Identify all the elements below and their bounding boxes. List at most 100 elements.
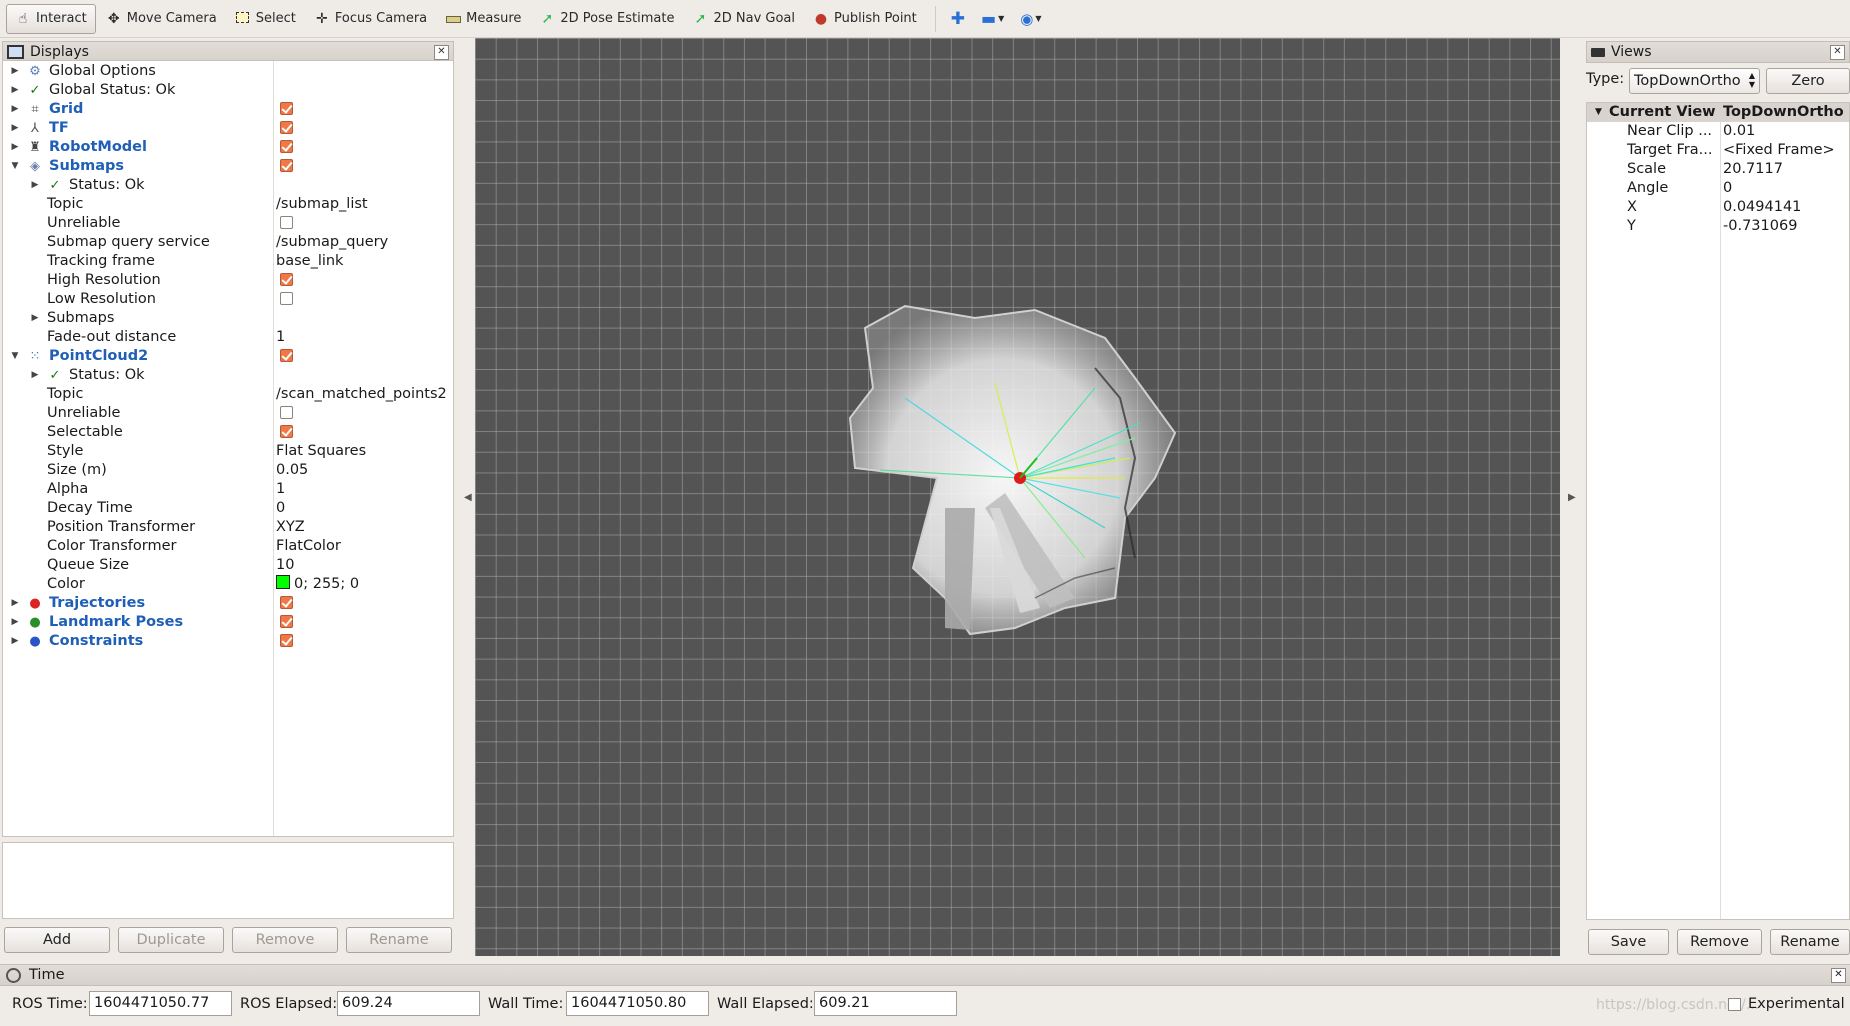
property-value[interactable]: 20.7117 <box>1723 160 1783 179</box>
tree-row-landmark-poses[interactable]: ▶ ● Landmark Poses <box>3 613 453 632</box>
expand-arrow-icon[interactable]: ▶ <box>29 309 41 328</box>
property-value[interactable]: 0.05 <box>276 461 308 480</box>
collapse-right-arrow-icon[interactable]: ▶ <box>1568 492 1576 503</box>
enabled-checkbox[interactable] <box>280 596 293 609</box>
measure-tool-button[interactable]: Measure <box>437 4 529 34</box>
duplicate-display-button[interactable]: Duplicate <box>118 927 224 953</box>
view-row-target-frame[interactable]: Target Fra... <Fixed Frame> <box>1587 141 1849 160</box>
expand-arrow-icon[interactable]: ▶ <box>9 119 21 138</box>
remove-tool-dropdown[interactable]: ▬ ▼ <box>974 4 1011 34</box>
expand-arrow-icon[interactable]: ▶ <box>9 613 21 632</box>
tree-row-submaps-unreliable[interactable]: Unreliable <box>3 214 453 233</box>
property-value[interactable]: 1 <box>276 328 285 347</box>
tree-row-color[interactable]: Color 0; 255; 0 <box>3 575 453 594</box>
tree-row-selectable[interactable]: Selectable <box>3 423 453 442</box>
tree-row-submaps-status[interactable]: ▶ ✓ Status: Ok <box>3 176 453 195</box>
enabled-checkbox[interactable] <box>280 102 293 115</box>
view-row-y[interactable]: Y -0.731069 <box>1587 217 1849 236</box>
tree-row-queue-size[interactable]: Queue Size 10 <box>3 556 453 575</box>
expand-arrow-icon[interactable]: ▶ <box>9 594 21 613</box>
nav-goal-tool-button[interactable]: ➚ 2D Nav Goal <box>684 4 803 34</box>
expand-arrow-icon[interactable]: ▶ <box>9 100 21 119</box>
visibility-tool-dropdown[interactable]: ◉ ▼ <box>1013 4 1048 34</box>
property-value[interactable]: 1 <box>276 480 285 499</box>
tree-row-pointcloud-unreliable[interactable]: Unreliable <box>3 404 453 423</box>
tree-row-high-resolution[interactable]: High Resolution <box>3 271 453 290</box>
pose-estimate-tool-button[interactable]: ➚ 2D Pose Estimate <box>531 4 682 34</box>
tree-row-global-status[interactable]: ▶ ✓ Global Status: Ok <box>3 81 453 100</box>
low-resolution-checkbox[interactable] <box>280 292 293 305</box>
move-camera-tool-button[interactable]: ✥ Move Camera <box>98 4 225 34</box>
tree-row-style[interactable]: Style Flat Squares <box>3 442 453 461</box>
interact-tool-button[interactable]: ☝ Interact <box>6 3 96 34</box>
close-icon[interactable]: ✕ <box>1831 968 1846 983</box>
property-value[interactable]: /scan_matched_points2 <box>276 385 447 404</box>
enabled-checkbox[interactable] <box>280 121 293 134</box>
high-resolution-checkbox[interactable] <box>280 273 293 286</box>
render-3d-viewport[interactable] <box>475 38 1560 956</box>
focus-camera-tool-button[interactable]: ✛ Focus Camera <box>306 4 435 34</box>
select-tool-button[interactable]: Select <box>227 4 304 34</box>
tree-row-submaps-topic[interactable]: Topic /submap_list <box>3 195 453 214</box>
property-value[interactable]: /submap_query <box>276 233 388 252</box>
tree-row-constraints[interactable]: ▶ ● Constraints <box>3 632 453 651</box>
tree-row-pointcloud2[interactable]: ▼ ⁙ PointCloud2 <box>3 347 453 366</box>
close-icon[interactable]: ✕ <box>1830 45 1845 60</box>
rename-view-button[interactable]: Rename <box>1770 929 1850 955</box>
tree-row-size[interactable]: Size (m) 0.05 <box>3 461 453 480</box>
property-value[interactable]: FlatColor <box>276 537 341 556</box>
zero-view-button[interactable]: Zero <box>1766 68 1850 94</box>
add-tool-button[interactable]: ✚ <box>944 4 972 34</box>
rename-display-button[interactable]: Rename <box>346 927 452 953</box>
ros-time-field[interactable]: 1604471050.77 <box>89 991 232 1016</box>
tree-row-pointcloud-status[interactable]: ▶ ✓ Status: Ok <box>3 366 453 385</box>
expand-arrow-icon[interactable]: ▶ <box>9 138 21 157</box>
expand-arrow-icon[interactable]: ▶ <box>29 176 41 195</box>
tree-row-position-transformer[interactable]: Position Transformer XYZ <box>3 518 453 537</box>
view-row-near-clip[interactable]: Near Clip ... 0.01 <box>1587 122 1849 141</box>
collapse-arrow-icon[interactable]: ▼ <box>9 347 21 366</box>
collapse-left-arrow-icon[interactable]: ◀ <box>464 492 472 503</box>
tree-row-low-resolution[interactable]: Low Resolution <box>3 290 453 309</box>
view-type-select[interactable]: TopDownOrtho ▲ ▼ <box>1629 68 1760 94</box>
expand-arrow-icon[interactable]: ▶ <box>9 81 21 100</box>
color-swatch[interactable] <box>276 575 290 589</box>
collapse-arrow-icon[interactable]: ▼ <box>1595 103 1602 122</box>
expand-arrow-icon[interactable]: ▶ <box>9 62 21 81</box>
selectable-checkbox[interactable] <box>280 425 293 438</box>
publish-point-tool-button[interactable]: ● Publish Point <box>805 4 925 34</box>
experimental-checkbox[interactable] <box>1728 998 1741 1011</box>
color-value[interactable]: 0; 255; 0 <box>276 575 359 594</box>
ros-elapsed-field[interactable]: 609.24 <box>337 991 480 1016</box>
view-row-angle[interactable]: Angle 0 <box>1587 179 1849 198</box>
property-value[interactable]: 0.0494141 <box>1723 198 1801 217</box>
property-value[interactable]: <Fixed Frame> <box>1723 141 1835 160</box>
property-value[interactable]: 0 <box>276 499 285 518</box>
enabled-checkbox[interactable] <box>280 140 293 153</box>
wall-time-field[interactable]: 1604471050.80 <box>566 991 709 1016</box>
tree-row-fade-out-distance[interactable]: Fade-out distance 1 <box>3 328 453 347</box>
expand-arrow-icon[interactable]: ▶ <box>29 366 41 385</box>
enabled-checkbox[interactable] <box>280 634 293 647</box>
tree-row-tf[interactable]: ▶ ⅄ TF <box>3 119 453 138</box>
tree-row-robotmodel[interactable]: ▶ ♜ RobotModel <box>3 138 453 157</box>
tree-row-global-options[interactable]: ▶ ⚙ Global Options <box>3 62 453 81</box>
expand-arrow-icon[interactable]: ▶ <box>9 632 21 651</box>
property-value[interactable]: Flat Squares <box>276 442 366 461</box>
property-value[interactable]: 10 <box>276 556 294 575</box>
current-view-header-row[interactable]: ▼ Current View TopDownOrtho ... <box>1587 103 1849 122</box>
property-value[interactable]: /submap_list <box>276 195 368 214</box>
unreliable-checkbox[interactable] <box>280 216 293 229</box>
remove-view-button[interactable]: Remove <box>1677 929 1762 955</box>
enabled-checkbox[interactable] <box>280 615 293 628</box>
tree-row-submaps[interactable]: ▼ ◈ Submaps <box>3 157 453 176</box>
save-view-button[interactable]: Save <box>1588 929 1669 955</box>
tree-row-alpha[interactable]: Alpha 1 <box>3 480 453 499</box>
view-row-x[interactable]: X 0.0494141 <box>1587 198 1849 217</box>
property-value[interactable]: XYZ <box>276 518 305 537</box>
wall-elapsed-field[interactable]: 609.21 <box>814 991 957 1016</box>
view-row-scale[interactable]: Scale 20.7117 <box>1587 160 1849 179</box>
close-icon[interactable]: ✕ <box>434 45 449 60</box>
enabled-checkbox[interactable] <box>280 349 293 362</box>
tree-row-submap-query-service[interactable]: Submap query service /submap_query <box>3 233 453 252</box>
